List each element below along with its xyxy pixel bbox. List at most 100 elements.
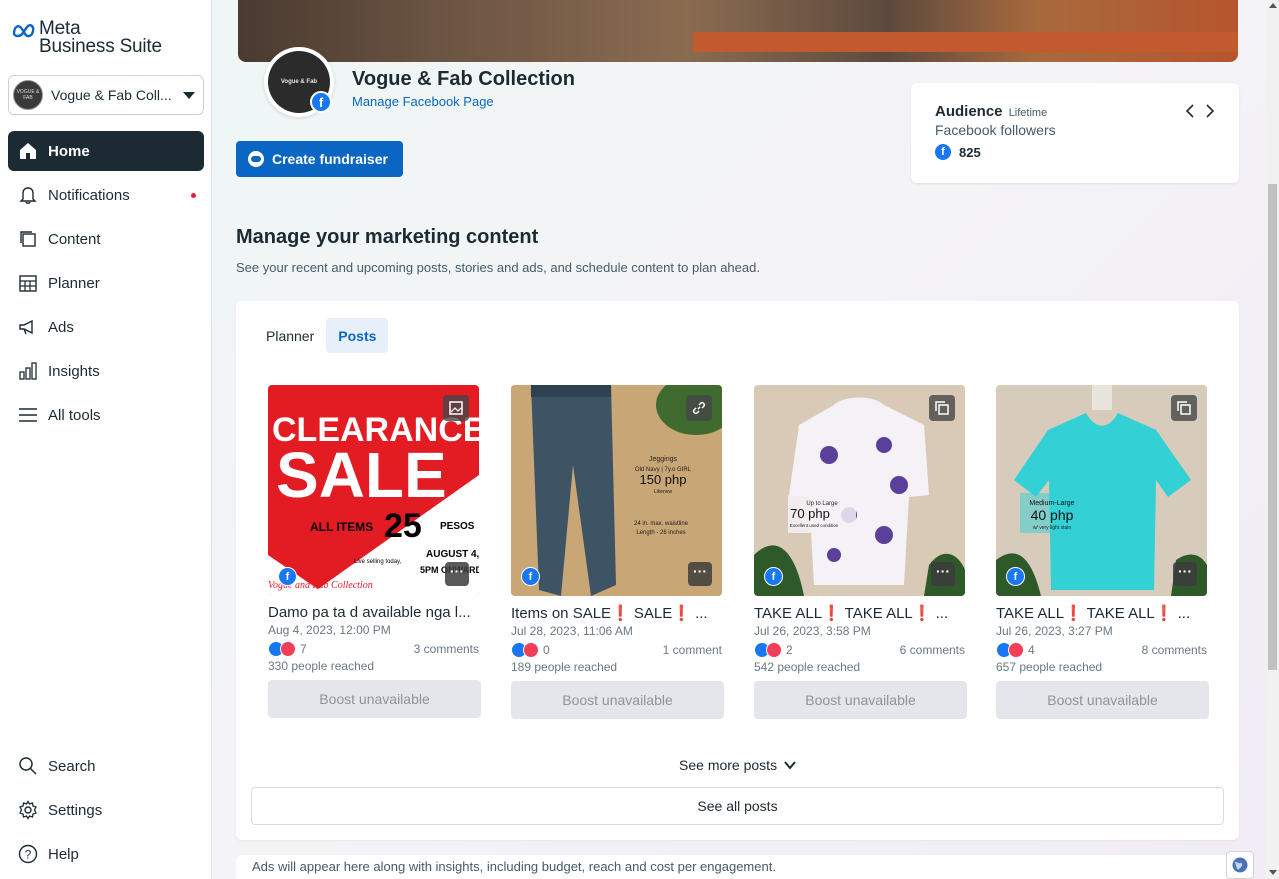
scroll-thumb[interactable] [1268, 184, 1277, 670]
menu-icon [19, 408, 37, 422]
svg-text:Jeggings: Jeggings [649, 456, 678, 463]
nav-label: Home [48, 142, 90, 160]
audience-title: Audience [935, 103, 1003, 120]
svg-text:Live selling today,: Live selling today, [354, 559, 402, 565]
nav-item-insights[interactable]: Insights [8, 351, 204, 391]
nav-item-settings[interactable]: Settings [8, 790, 204, 830]
facebook-icon: f [310, 91, 332, 113]
cover-photo [238, 0, 1238, 62]
ads-placeholder: Ads will appear here along with insights… [236, 855, 1239, 879]
see-all-posts-button[interactable]: See all posts [251, 787, 1224, 825]
reaction-count: 4 [1028, 643, 1035, 657]
audience-metric: Facebook followers [935, 122, 1056, 138]
follower-count: 825 [959, 144, 981, 160]
post-thumbnail[interactable]: Medium-Large 40 php w/ very light stain … [996, 385, 1207, 596]
audience-period: Lifetime [1008, 107, 1048, 119]
posts-panel: Planner Posts CLEARANCE SALE ALL ITEMS 2… [236, 301, 1239, 840]
meta-business-suite-logo[interactable]: Meta Business Suite [12, 19, 162, 57]
page-avatar[interactable]: Vogue & Fab f [264, 47, 334, 117]
comment-count[interactable]: 6 comments [900, 643, 965, 657]
chevron-down-icon [784, 761, 796, 770]
boost-button[interactable]: Boost unavailable [268, 680, 481, 718]
bell-icon [19, 187, 37, 204]
page-scrollbar[interactable] [1266, 0, 1279, 879]
svg-text:AUGUST 4,: AUGUST 4, [426, 549, 479, 560]
facebook-icon: f [1006, 567, 1025, 586]
svg-text:40 php: 40 php [1031, 507, 1074, 523]
manage-facebook-page-link[interactable]: Manage Facebook Page [352, 94, 494, 109]
post-title[interactable]: TAKE ALL❗ TAKE ALL❗ ... [996, 604, 1207, 622]
post-title[interactable]: TAKE ALL❗ TAKE ALL❗ ... [754, 604, 965, 622]
svg-text:150 php: 150 php [640, 472, 687, 487]
account-switcher[interactable]: VOGUE & FAB Vogue & Fab Coll... [8, 75, 204, 115]
boost-button[interactable]: Boost unavailable [754, 681, 967, 719]
post-title[interactable]: Items on SALE❗ SALE❗ ... [511, 604, 722, 622]
love-reaction-icon [766, 642, 782, 658]
tab-posts[interactable]: Posts [326, 318, 389, 353]
meta-logo-icon [12, 23, 35, 38]
brand-line2: Business Suite [39, 36, 162, 57]
post-thumbnail[interactable]: Jeggings Old Navy | 7y.o GIRL 150 php Li… [511, 385, 722, 596]
more-options-icon[interactable]: ··· [1173, 562, 1197, 586]
nav-item-content[interactable]: Content [8, 219, 204, 259]
calendar-icon [19, 275, 37, 292]
boost-button[interactable]: Boost unavailable [996, 681, 1209, 719]
post-reach: 189 people reached [511, 660, 618, 674]
page-name: Vogue & Fab Collection [352, 68, 575, 90]
nav-label: Planner [48, 274, 100, 292]
nav-item-notifications[interactable]: Notifications [8, 175, 204, 215]
marketing-section-description: See your recent and upcoming posts, stor… [236, 260, 760, 275]
svg-text:?: ? [25, 848, 32, 862]
comment-count[interactable]: 8 comments [1142, 643, 1207, 657]
comment-count[interactable]: 3 comments [414, 642, 479, 656]
scroll-up-arrow-icon[interactable] [1269, 3, 1277, 8]
ads-note: Ads will appear here along with insights… [252, 859, 776, 874]
nav-item-ads[interactable]: Ads [8, 307, 204, 347]
reaction-count: 7 [300, 642, 307, 656]
nav-label: Ads [48, 318, 74, 336]
post-thumbnail[interactable]: Up to Large 70 php Excellent used condit… [754, 385, 965, 596]
create-fundraiser-button[interactable]: Create fundraiser [236, 141, 403, 177]
chevron-left-icon[interactable] [1185, 103, 1195, 119]
svg-text:w/ very light stain: w/ very light stain [1033, 525, 1072, 531]
svg-text:Medium-Large: Medium-Large [1029, 500, 1074, 507]
nav-item-planner[interactable]: Planner [8, 263, 204, 303]
post-card[interactable]: Up to Large 70 php Excellent used condit… [754, 385, 967, 719]
post-reach: 542 people reached [754, 660, 861, 674]
post-date: Aug 4, 2023, 12:00 PM [268, 623, 391, 637]
post-card[interactable]: Medium-Large 40 php w/ very light stain … [996, 385, 1209, 719]
post-date: Jul 26, 2023, 3:58 PM [754, 624, 871, 638]
svg-text:25: 25 [384, 507, 422, 545]
post-date: Jul 28, 2023, 11:06 AM [511, 624, 633, 638]
account-name: Vogue & Fab Coll... [51, 87, 172, 103]
boost-button[interactable]: Boost unavailable [511, 681, 724, 719]
reaction-count: 0 [543, 643, 550, 657]
post-title[interactable]: Damo pa ta d available nga l... [268, 604, 479, 621]
tab-planner[interactable]: Planner [254, 318, 326, 353]
link-icon [686, 395, 712, 421]
more-options-icon[interactable]: ··· [688, 562, 712, 586]
chevron-right-icon[interactable] [1205, 103, 1215, 119]
globe-icon[interactable] [1226, 851, 1254, 879]
more-options-icon[interactable]: ··· [445, 562, 469, 586]
scroll-down-arrow-icon[interactable] [1269, 870, 1277, 875]
post-thumbnail[interactable]: CLEARANCE SALE ALL ITEMS 25 PESOS AUGUST… [268, 385, 479, 596]
post-reach: 657 people reached [996, 660, 1103, 674]
svg-text:Excellent used condition: Excellent used condition [790, 523, 839, 528]
post-date: Jul 26, 2023, 3:27 PM [996, 624, 1113, 638]
post-card[interactable]: Jeggings Old Navy | 7y.o GIRL 150 php Li… [511, 385, 724, 719]
audience-card: Audience Lifetime Facebook followers f 82… [911, 83, 1239, 183]
notification-dot [191, 193, 196, 198]
nav-label: Search [48, 757, 96, 775]
post-card[interactable]: CLEARANCE SALE ALL ITEMS 25 PESOS AUGUST… [268, 385, 481, 718]
see-more-posts-button[interactable]: See more posts [236, 757, 1239, 773]
sidebar: Meta Business Suite VOGUE & FAB Vogue & … [0, 0, 212, 879]
nav-item-help[interactable]: ? Help [8, 834, 204, 874]
nav-item-home[interactable]: Home [8, 131, 204, 171]
nav-item-all-tools[interactable]: All tools [8, 395, 204, 435]
fundraiser-icon [248, 151, 264, 167]
comment-count[interactable]: 1 comment [663, 643, 722, 657]
nav-item-search[interactable]: Search [8, 746, 204, 786]
svg-text:Likenew: Likenew [654, 489, 673, 495]
more-options-icon[interactable]: ··· [931, 562, 955, 586]
